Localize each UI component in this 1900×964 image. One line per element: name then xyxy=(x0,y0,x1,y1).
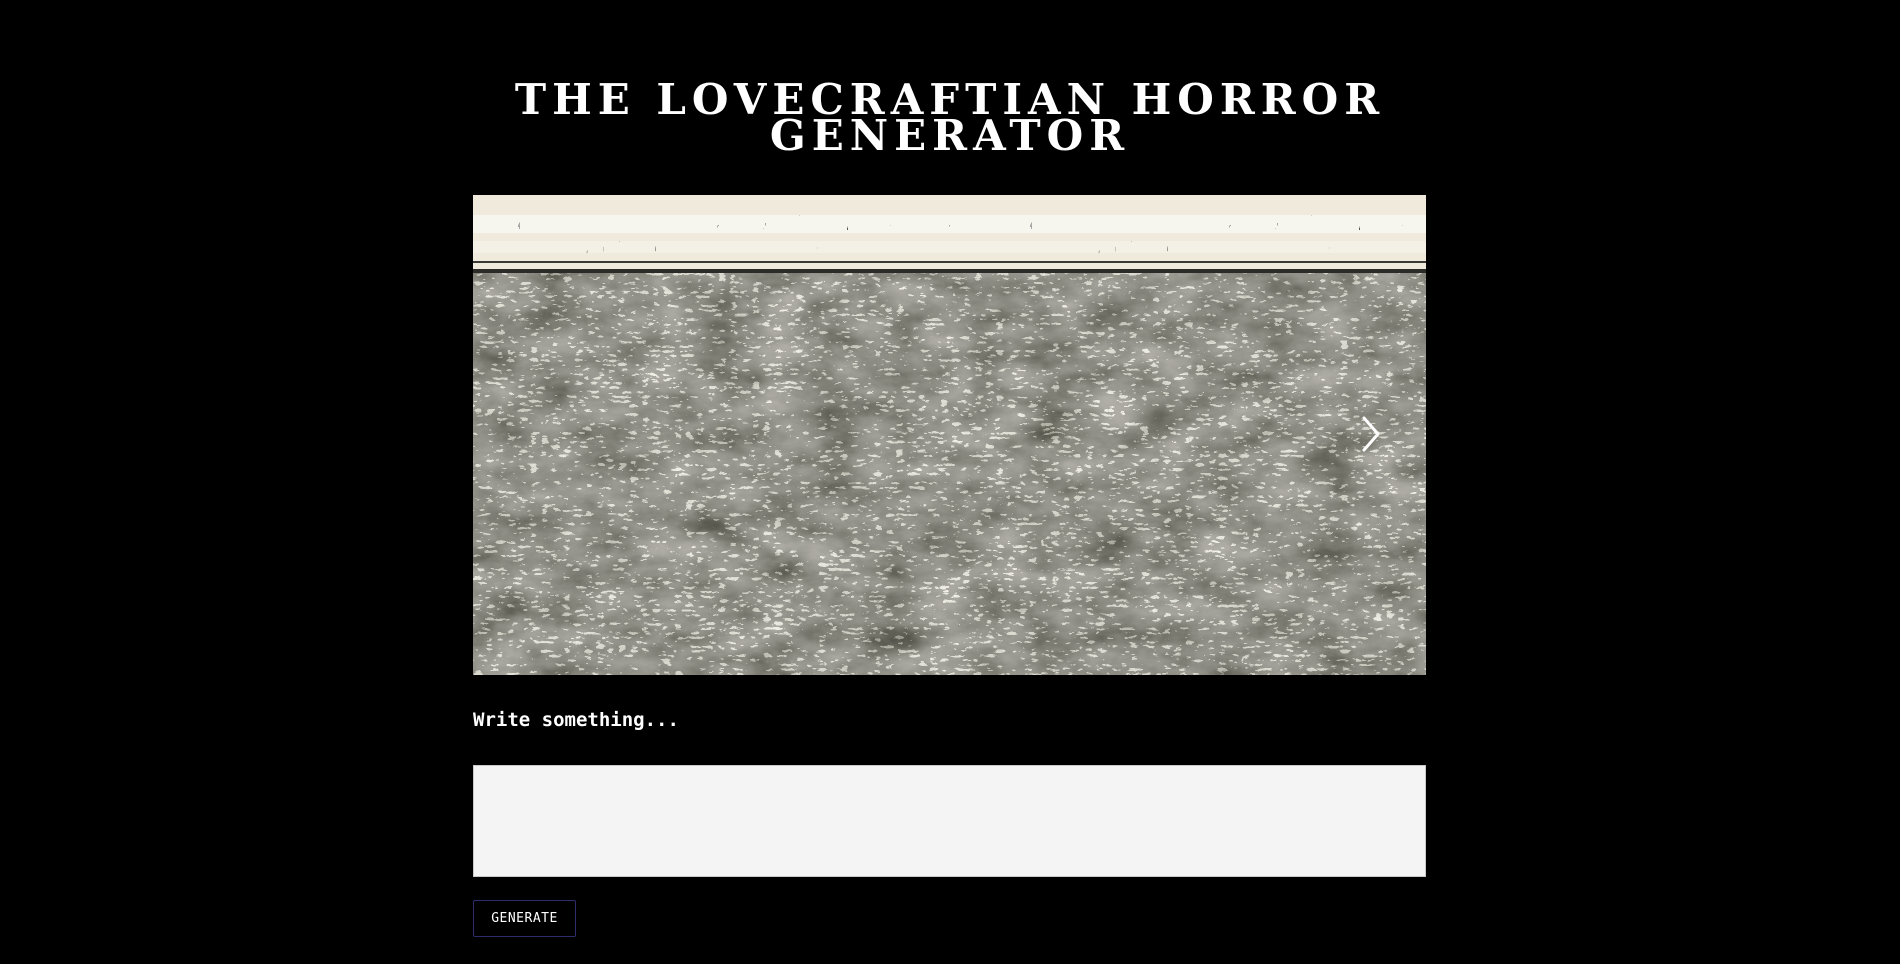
generate-button[interactable]: GENERATE xyxy=(473,900,576,937)
image-carousel[interactable] xyxy=(473,195,1426,675)
chevron-right-icon xyxy=(1362,416,1380,452)
carousel-image xyxy=(473,195,1426,675)
prompt-input[interactable] xyxy=(473,765,1426,877)
prompt-label: Write something... xyxy=(473,709,679,731)
carousel-next-button[interactable] xyxy=(1352,412,1388,456)
page-title: THE LOVECRAFTIAN HORROR GENERATOR xyxy=(0,79,1900,160)
page-title-line-2: GENERATOR xyxy=(769,111,1131,160)
page: THE LOVECRAFTIAN HORROR GENERATOR Write … xyxy=(0,0,1900,964)
